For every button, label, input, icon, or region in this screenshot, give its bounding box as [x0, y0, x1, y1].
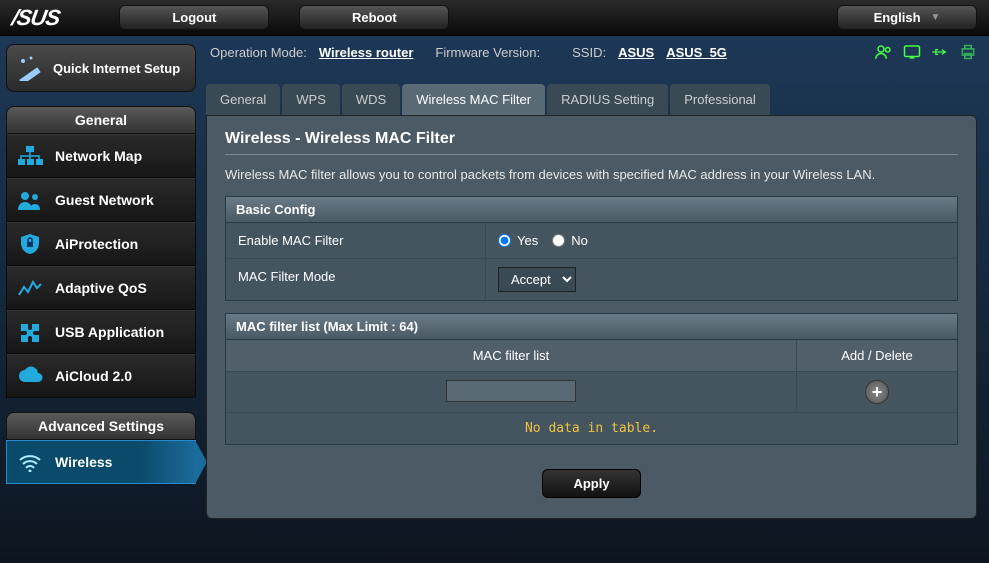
sidebar-item-label: AiProtection — [55, 236, 138, 252]
sidebar-item-label: Network Map — [55, 148, 142, 164]
quick-internet-setup-button[interactable]: Quick Internet Setup — [6, 44, 196, 92]
language-label: English — [874, 10, 921, 25]
sidebar-item-label: AiCloud 2.0 — [55, 368, 132, 384]
col-mac-header: MAC filter list — [226, 340, 797, 371]
network-map-icon — [17, 145, 43, 167]
guest-icon — [17, 189, 43, 211]
ssid-2[interactable]: ASUS_5G — [666, 45, 727, 60]
panel-title: Wireless - Wireless MAC Filter — [225, 130, 958, 148]
divider — [225, 154, 958, 155]
mac-filter-list-block: MAC filter list (Max Limit : 64) MAC fil… — [225, 313, 958, 445]
brand-logo: /SUS — [10, 5, 62, 31]
enable-mac-filter-label: Enable MAC Filter — [226, 223, 486, 258]
tab-wireless-mac-filter[interactable]: Wireless MAC Filter — [402, 84, 545, 115]
sidebar-item-adaptive-qos[interactable]: Adaptive QoS — [6, 266, 196, 310]
add-button[interactable]: + — [865, 380, 889, 404]
fw-label: Firmware Version: — [435, 45, 540, 60]
plus-icon: + — [872, 383, 883, 401]
sidebar-item-label: Guest Network — [55, 192, 154, 208]
mac-address-input[interactable] — [446, 380, 576, 402]
reboot-button[interactable]: Reboot — [299, 5, 449, 30]
mac-filter-mode-select[interactable]: Accept — [498, 267, 576, 292]
mac-filter-mode-label: MAC Filter Mode — [226, 259, 486, 300]
ssid-label: SSID: — [572, 45, 606, 60]
no-data-message: No data in table. — [226, 413, 957, 444]
tab-radius[interactable]: RADIUS Setting — [547, 84, 668, 115]
apply-button[interactable]: Apply — [542, 469, 640, 498]
yes-label: Yes — [517, 233, 538, 248]
tab-bar: General WPS WDS Wireless MAC Filter RADI… — [206, 84, 977, 115]
qis-label: Quick Internet Setup — [53, 61, 180, 76]
basic-config-block: Basic Config Enable MAC Filter Yes No MA… — [225, 196, 958, 301]
panel-desc: Wireless MAC filter allows you to contro… — [225, 167, 958, 182]
enable-yes-radio[interactable] — [498, 234, 511, 247]
sidebar-item-network-map[interactable]: Network Map — [6, 134, 196, 178]
printer-icon[interactable] — [959, 44, 977, 60]
mac-filter-list-header: MAC filter list (Max Limit : 64) — [226, 314, 957, 340]
language-select[interactable]: English ▼ — [837, 5, 977, 30]
wand-icon — [17, 55, 43, 81]
sidebar-item-label: USB Application — [55, 324, 164, 340]
advanced-header: Advanced Settings — [6, 412, 196, 440]
usb-icon[interactable] — [931, 44, 949, 60]
ssid-1[interactable]: ASUS — [618, 45, 654, 60]
sidebar-item-usb-application[interactable]: USB Application — [6, 310, 196, 354]
sidebar-item-wireless[interactable]: Wireless — [6, 440, 196, 484]
tab-professional[interactable]: Professional — [670, 84, 770, 115]
shield-icon — [17, 233, 43, 255]
puzzle-icon — [17, 321, 43, 343]
enable-no-radio[interactable] — [552, 234, 565, 247]
qos-icon — [17, 277, 43, 299]
screen-icon[interactable] — [903, 44, 921, 60]
sidebar-item-label: Wireless — [55, 454, 112, 470]
no-label: No — [571, 233, 588, 248]
basic-config-header: Basic Config — [226, 197, 957, 223]
users-icon[interactable] — [875, 44, 893, 60]
wifi-icon — [17, 451, 43, 473]
general-header: General — [6, 106, 196, 134]
tab-general[interactable]: General — [206, 84, 280, 115]
sidebar-item-label: Adaptive QoS — [55, 280, 147, 296]
chevron-down-icon: ▼ — [931, 12, 941, 23]
tab-wps[interactable]: WPS — [282, 84, 340, 115]
logout-button[interactable]: Logout — [119, 5, 269, 30]
op-mode-label: Operation Mode: — [210, 45, 307, 60]
col-action-header: Add / Delete — [797, 340, 957, 371]
sidebar-item-guest-network[interactable]: Guest Network — [6, 178, 196, 222]
sidebar-item-aiprotection[interactable]: AiProtection — [6, 222, 196, 266]
op-mode-value[interactable]: Wireless router — [319, 45, 414, 60]
tab-wds[interactable]: WDS — [342, 84, 400, 115]
cloud-icon — [17, 365, 43, 387]
sidebar-item-aicloud[interactable]: AiCloud 2.0 — [6, 354, 196, 398]
